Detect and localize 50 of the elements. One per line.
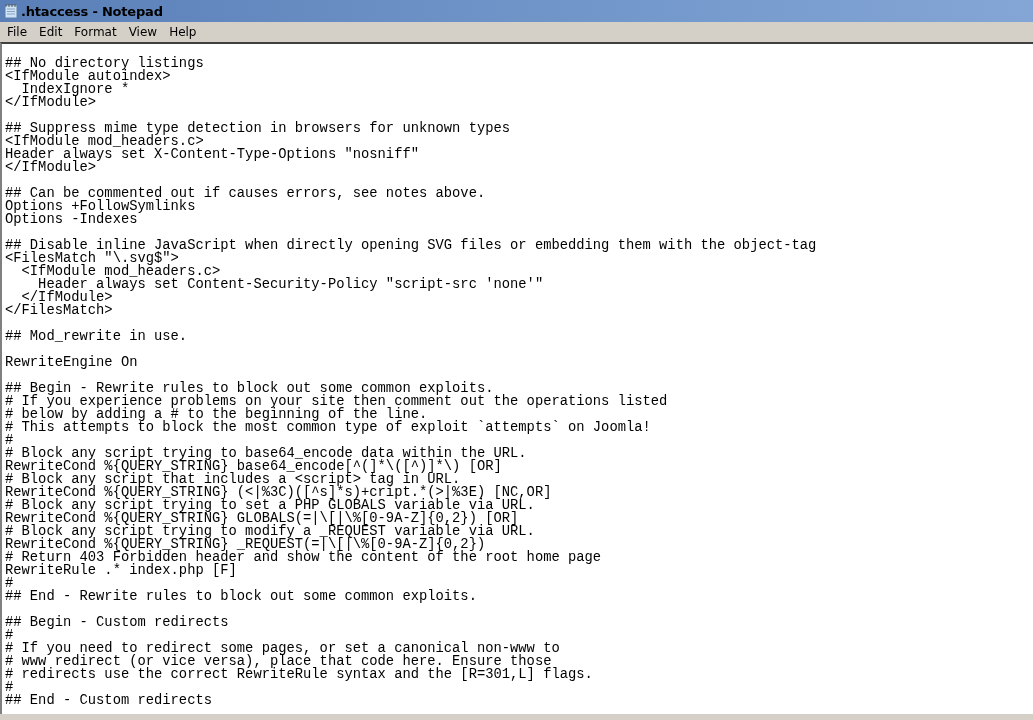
code-line: # redirects use the correct RewriteRule syntax and the [R=301,L] flags. (5, 668, 593, 681)
code-line: </IfModule> (5, 96, 97, 109)
code-line: RewriteCond %{QUERY_STRING} base64_encode[^(]*\([^)]*\) [OR] (5, 460, 502, 473)
code-line: ## Mod_rewrite in use. (5, 330, 188, 343)
code-line: ## Disable inline JavaScript when directly opening SVG files or embedding them with the object-tag (5, 239, 817, 252)
code-line: RewriteCond %{QUERY_STRING} (<|%3C)([^s]*s)+cript.*(>|%3E) [NC,OR] (5, 486, 552, 499)
code-line: RewriteCond %{QUERY_STRING} _REQUEST(=|\[|\%[0-9A-Z]{0,2}) (5, 538, 486, 551)
code-line: # Return 403 Forbidden header and show the content of the root home page (5, 551, 602, 564)
menu-item[interactable]: Help (163, 24, 203, 39)
code-line: # (5, 577, 14, 590)
code-line: # (5, 681, 14, 694)
code-line: <IfModule mod_headers.c> (20, 265, 221, 278)
code-line: # If you need to redirect some pages, or set a canonical non-www to (5, 642, 560, 655)
code-line: # Block any script trying to set a PHP GLOBALS variable via URL. (5, 499, 535, 512)
window-title: .htaccess - Notepad (21, 3, 163, 19)
code-line: RewriteRule .* index.php [F] (5, 564, 237, 577)
code-line: # Block any script that includes a <script> tag in URL. (5, 473, 461, 486)
code-line: <FilesMatch "\.svg$"> (5, 252, 179, 265)
code-line: </FilesMatch> (5, 304, 113, 317)
code-line: # If you experience problems on your site then comment out the operations listed (5, 395, 668, 408)
code-line: IndexIgnore * (21, 83, 130, 96)
code-line: <IfModule autoindex> (5, 70, 171, 83)
code-line: # (5, 629, 14, 642)
code-line: RewriteEngine On (5, 356, 138, 369)
code-line: # Block any script trying to modify a _REQUEST variable via URL. (5, 525, 535, 538)
code-line: Header always set Content-Security-Policy "script-src 'none'" (38, 278, 544, 291)
code-line: ## Begin - Rewrite rules to block out some common exploits. (5, 382, 494, 395)
code-line: ## End - Custom redirects (5, 694, 212, 707)
code-line: ## Suppress mime type detection in browsers for unknown types (5, 122, 511, 135)
code-line: RewriteCond %{QUERY_STRING} GLOBALS(=|\[|\%[0-9A-Z]{0,2}) [OR] (5, 512, 519, 525)
code-line: ## Begin - Custom redirects (5, 616, 229, 629)
code-line: <IfModule mod_headers.c> (5, 135, 204, 148)
code-line: # This attempts to block the most common type of exploit `attempts` on Joomla! (5, 421, 651, 434)
menu-item[interactable]: File (1, 24, 34, 39)
menu-item[interactable]: Format (68, 24, 123, 39)
code-line: ## Can be commented out if causes errors, see notes above. (5, 187, 486, 200)
code-line: # Block any script trying to base64_encode data within the URL. (5, 447, 527, 460)
code-line: # (5, 434, 14, 447)
code-line: Options +FollowSymlinks (5, 200, 196, 213)
code-line: </IfModule> (21, 291, 113, 304)
code-line: Options -Indexes (5, 213, 138, 226)
code-line: Header always set X-Content-Type-Options "nosniff" (5, 148, 419, 161)
code-line: # www redirect (or vice versa), place that code here. Ensure those (5, 655, 552, 668)
menu-item[interactable]: View (122, 24, 164, 39)
code-line: # below by adding a # to the beginning of the line. (5, 408, 428, 421)
notepad-icon (4, 3, 18, 19)
code-line: ## End - Rewrite rules to block out some common exploits. (5, 590, 477, 603)
menu-item[interactable]: Edit (33, 24, 69, 39)
code-line: ## No directory listings (5, 57, 204, 70)
code-line: </IfModule> (5, 161, 97, 174)
